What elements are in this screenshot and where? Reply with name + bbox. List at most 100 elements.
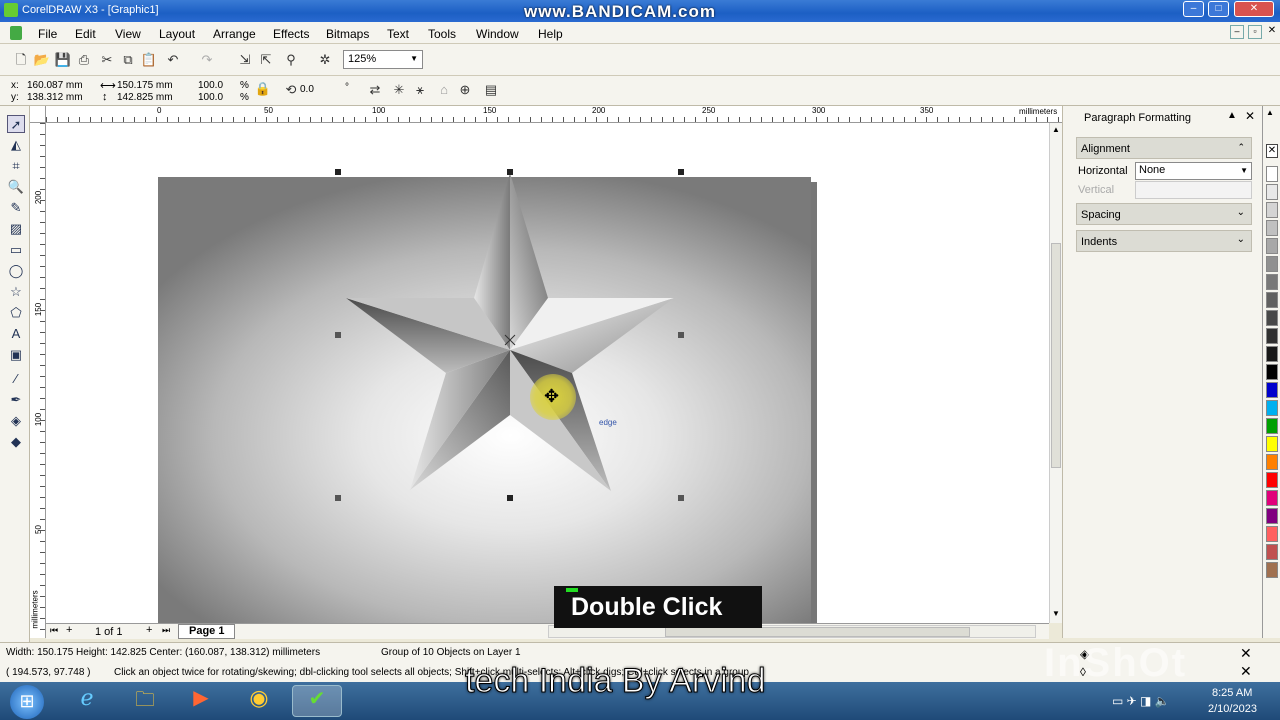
clock-time[interactable]: 8:25 AM [1212,687,1252,699]
color-swatch[interactable] [1266,400,1278,416]
trim-icon[interactable]: ⚹ [411,81,429,99]
horizontal-select[interactable]: None ▼ [1135,162,1252,180]
scale-x-field[interactable]: 100.0 [198,80,223,91]
doc-close-button[interactable]: ✕ [1266,25,1278,39]
drawing-canvas[interactable]: edge [46,123,1049,623]
no-color-swatch[interactable]: ✕ [1266,144,1278,158]
tab-page-1[interactable]: Page 1 [178,624,236,639]
shape-tool-icon[interactable]: ◭ [7,136,25,154]
mirror-icon[interactable]: ⇄ [366,81,384,99]
undo-icon[interactable]: ↶ [164,51,182,69]
scroll-down-icon[interactable]: ▼ [1052,609,1060,618]
selection-handle[interactable] [335,169,341,175]
add-page-after-icon[interactable]: + [146,624,152,636]
selection-handle[interactable] [335,332,341,338]
color-swatch[interactable] [1266,310,1278,326]
media-player-taskbar-icon[interactable]: ▶ [176,685,226,717]
color-swatch[interactable] [1266,436,1278,452]
chrome-taskbar-icon[interactable]: ◉ [234,685,284,717]
color-swatch[interactable] [1266,238,1278,254]
back-minus-front-icon[interactable]: ▤ [482,81,500,99]
color-swatch[interactable] [1266,292,1278,308]
copy-icon[interactable]: ⧉ [119,51,137,69]
ie-taskbar-icon[interactable]: ℯ [62,685,112,717]
minimize-button[interactable]: – [1183,1,1204,17]
y-position-field[interactable]: 138.312 mm [27,92,83,103]
color-swatch[interactable] [1266,544,1278,560]
last-page-icon[interactable]: ⏭ [162,625,170,636]
scale-y-field[interactable]: 100.0 [198,92,223,103]
scroll-thumb[interactable] [665,627,970,637]
indents-section[interactable]: Indents ⌄ [1076,230,1252,252]
selection-handle[interactable] [678,169,684,175]
color-swatch[interactable] [1266,382,1278,398]
alignment-section[interactable]: Alignment ⌃ [1076,137,1252,159]
eyedropper-icon[interactable]: ⁄ [7,370,25,388]
width-field[interactable]: 150.175 mm [117,80,173,91]
color-swatch[interactable] [1266,184,1278,200]
color-swatch[interactable] [1266,328,1278,344]
spacing-section[interactable]: Spacing ⌄ [1076,203,1252,225]
palette-scroll-up-icon[interactable]: ▲ [1266,108,1274,117]
scroll-thumb[interactable] [1051,243,1061,468]
rotation-field[interactable]: 0.0 [300,84,314,95]
vertical-scrollbar[interactable]: ▲ ▼ [1049,123,1062,623]
coreldraw-taskbar-icon[interactable]: ✔ [292,685,342,717]
crop-tool-icon[interactable]: ⌗ [7,157,25,175]
selection-handle[interactable] [335,495,341,501]
export-icon[interactable]: ⇱ [257,51,275,69]
import-icon[interactable]: ⇲ [236,51,254,69]
selection-handle[interactable] [507,495,513,501]
tray-icons[interactable]: ▭ ✈ ◨ 🔈 [1112,694,1170,708]
start-button[interactable]: ⊞ [10,685,44,719]
open-icon[interactable]: 📂 [33,51,51,69]
zoom-tool-icon[interactable]: 🔍 [7,178,25,196]
welcome-screen-icon[interactable]: ✲ [316,51,334,69]
color-swatch[interactable] [1266,418,1278,434]
paste-icon[interactable]: 📋 [140,51,158,69]
menu-edit[interactable]: Edit [75,27,96,41]
ruler-origin[interactable] [30,106,46,123]
fill-none-icon[interactable]: ✕ [1240,645,1252,662]
cut-icon[interactable]: ✂ [98,51,116,69]
ellipse-tool-icon[interactable]: ◯ [7,262,25,280]
polygon-tool-icon[interactable]: ☆ [7,283,25,301]
menu-layout[interactable]: Layout [159,27,195,41]
color-swatch[interactable] [1266,166,1278,182]
interactive-blend-icon[interactable]: ▣ [7,346,25,364]
x-position-field[interactable]: 160.087 mm [27,80,83,91]
star-shape[interactable] [46,123,1049,623]
rectangle-tool-icon[interactable]: ▭ [7,241,25,259]
menu-text[interactable]: Text [387,27,409,41]
outline-none-icon[interactable]: ✕ [1240,663,1252,680]
print-icon[interactable]: ⎙ [75,51,93,69]
color-swatch[interactable] [1266,364,1278,380]
color-swatch[interactable] [1266,526,1278,542]
smart-fill-icon[interactable]: ▨ [7,220,25,238]
interactive-fill-icon[interactable]: ◆ [7,433,25,451]
explorer-taskbar-icon[interactable]: 🗀 [120,685,170,717]
first-page-icon[interactable]: ⏮ [50,625,58,636]
color-swatch[interactable] [1266,256,1278,272]
outline-tool-icon[interactable]: ✒ [7,391,25,409]
menu-tools[interactable]: Tools [428,27,456,41]
selection-handle[interactable] [678,495,684,501]
color-swatch[interactable] [1266,508,1278,524]
maximize-button[interactable]: □ [1208,1,1229,17]
menu-arrange[interactable]: Arrange [213,27,256,41]
collapse-icon[interactable]: ▲ [1227,110,1237,121]
fill-tool-icon[interactable]: ◈ [7,412,25,430]
color-swatch[interactable] [1266,202,1278,218]
color-swatch[interactable] [1266,562,1278,578]
zoom-combo[interactable]: 125% ▼ [343,50,423,69]
horizontal-ruler[interactable]: 0 50 100 150 200 250 300 350 millimeters [46,106,1062,123]
selection-handle[interactable] [507,169,513,175]
menu-bitmaps[interactable]: Bitmaps [326,27,369,41]
basic-shapes-icon[interactable]: ⬠ [7,304,25,322]
close-button[interactable]: ✕ [1234,1,1274,17]
menu-file[interactable]: File [38,27,57,41]
lock-ratio-icon[interactable]: 🔒 [254,80,272,98]
menu-window[interactable]: Window [476,27,519,41]
menu-help[interactable]: Help [538,27,563,41]
docker-close-icon[interactable]: ✕ [1245,109,1255,123]
